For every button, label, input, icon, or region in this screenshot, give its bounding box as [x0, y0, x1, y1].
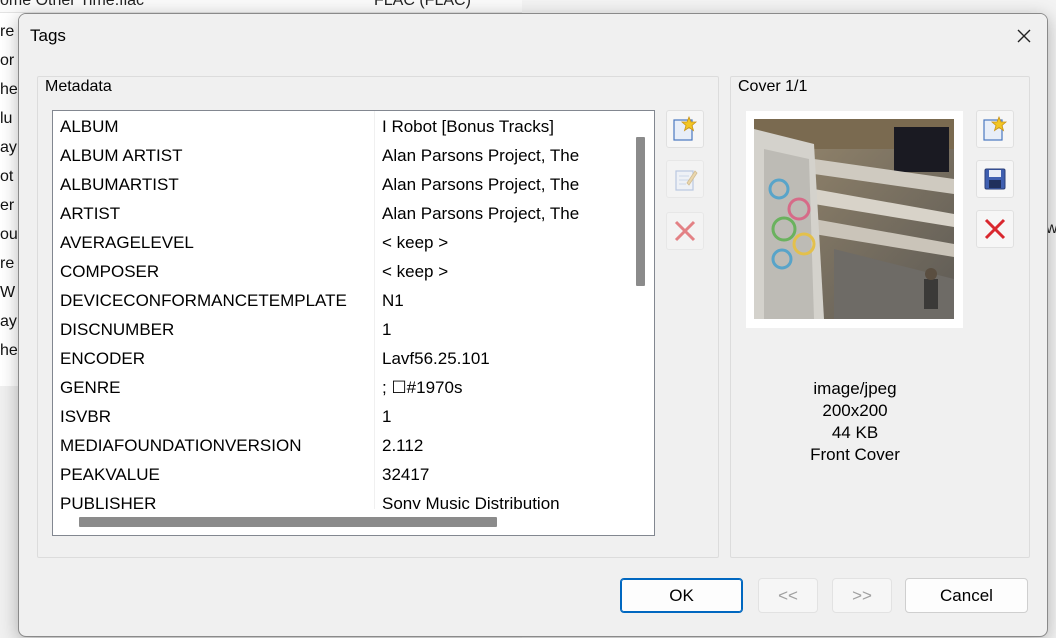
tag-name: ARTIST: [60, 204, 121, 223]
cover-group-label: Cover 1/1: [736, 78, 810, 96]
table-row[interactable]: ARTIST Alan Parsons Project, The: [53, 200, 628, 229]
add-star-icon: [673, 116, 698, 141]
save-cover-button[interactable]: [976, 160, 1014, 198]
cover-mime: image/jpeg: [813, 379, 897, 398]
tags-dialog: Tags Metadata ALBUM I Robot [Bonus Tracks…: [18, 13, 1048, 637]
delete-tag-button[interactable]: [666, 212, 704, 250]
cover-size: 44 KB: [831, 423, 879, 442]
add-cover-button[interactable]: [976, 110, 1014, 148]
horizontal-scrollbar[interactable]: [53, 509, 628, 534]
tag-name: ENCODER: [60, 349, 146, 368]
tag-value: 32417: [382, 465, 430, 484]
edit-tag-button[interactable]: [666, 160, 704, 198]
table-row[interactable]: ALBUM I Robot [Bonus Tracks]: [53, 113, 628, 142]
tag-value: 1: [382, 320, 392, 339]
delete-x-icon: [674, 220, 696, 242]
vertical-scroll-thumb[interactable]: [636, 137, 645, 286]
tag-value: Alan Parsons Project, The: [382, 204, 580, 223]
delete-cover-button[interactable]: [976, 210, 1014, 248]
cover-type: Front Cover: [810, 445, 900, 464]
tag-value: N1: [382, 291, 404, 310]
tag-name: PEAKVALUE: [60, 465, 160, 484]
tag-name: ALBUM ARTIST: [60, 146, 183, 165]
table-row[interactable]: ALBUM ARTIST Alan Parsons Project, The: [53, 142, 628, 171]
table-row[interactable]: ALBUMARTIST Alan Parsons Project, The: [53, 171, 628, 200]
table-row[interactable]: DISCNUMBER 1: [53, 316, 628, 345]
tag-name: ISVBR: [60, 407, 112, 426]
tag-value: Lavf56.25.101: [382, 349, 490, 368]
tag-name: COMPOSER: [60, 262, 160, 281]
vertical-scrollbar[interactable]: [628, 111, 653, 509]
metadata-table[interactable]: ALBUM I Robot [Bonus Tracks] ALBUM ARTIST A…: [52, 110, 655, 536]
tag-value: < keep >: [382, 262, 449, 281]
tag-name: AVERAGELEVEL: [60, 233, 194, 252]
add-tag-button[interactable]: [666, 110, 704, 148]
tag-name: DEVICECONFORMANCETEMPLATE: [60, 291, 347, 310]
next-button[interactable]: >>: [832, 578, 892, 613]
delete-x-icon: [984, 218, 1006, 240]
tag-value: Alan Parsons Project, The: [382, 146, 580, 165]
background-header-filename: ome Other Time.flac: [0, 0, 145, 9]
cover-info: image/jpeg 200x200 44 KB Front Cover: [730, 378, 980, 466]
background-list-header: ome Other Time.flac FLAC (FLAC): [0, 0, 522, 13]
table-row[interactable]: COMPOSER < keep >: [53, 258, 628, 287]
horizontal-scroll-thumb[interactable]: [79, 517, 497, 527]
save-disk-icon: [984, 168, 1006, 190]
tag-name: GENRE: [60, 378, 121, 397]
cover-dimensions: 200x200: [822, 401, 888, 420]
tag-value: Alan Parsons Project, The: [382, 175, 580, 194]
previous-button[interactable]: <<: [758, 578, 818, 613]
ok-button[interactable]: OK: [620, 578, 743, 613]
tag-value: 2.112: [382, 436, 424, 455]
close-button[interactable]: [1001, 14, 1047, 58]
metadata-group-label: Metadata: [43, 78, 114, 96]
table-row[interactable]: DEVICECONFORMANCETEMPLATE N1: [53, 287, 628, 316]
edit-note-icon: [675, 170, 698, 191]
cancel-button[interactable]: Cancel: [905, 578, 1028, 613]
table-row[interactable]: GENRE ; ☐#1970s: [53, 374, 628, 403]
tag-name: MEDIAFOUNDATIONVERSION: [60, 436, 302, 455]
dialog-title: Tags: [30, 26, 66, 45]
background-header-format: FLAC (FLAC): [374, 0, 471, 9]
close-icon: [1017, 29, 1031, 43]
table-row[interactable]: PEAKVALUE 32417: [53, 461, 628, 490]
table-row[interactable]: AVERAGELEVEL < keep >: [53, 229, 628, 258]
table-row[interactable]: ENCODER Lavf56.25.101: [53, 345, 628, 374]
tag-name: DISCNUMBER: [60, 320, 175, 339]
tag-name: ALBUM: [60, 117, 119, 136]
tag-value: 1: [382, 407, 392, 426]
album-cover-image: [754, 119, 954, 319]
tag-value: ; ☐#1970s: [382, 378, 463, 397]
tag-value: < keep >: [382, 233, 449, 252]
dialog-titlebar: Tags: [19, 14, 1047, 58]
tag-value: I Robot [Bonus Tracks]: [382, 117, 554, 136]
cover-image-frame[interactable]: [746, 111, 963, 328]
table-row[interactable]: MEDIAFOUNDATIONVERSION 2.112: [53, 432, 628, 461]
table-row[interactable]: ISVBR 1: [53, 403, 628, 432]
tag-name: ALBUMARTIST: [60, 175, 179, 194]
add-star-icon: [983, 116, 1008, 141]
